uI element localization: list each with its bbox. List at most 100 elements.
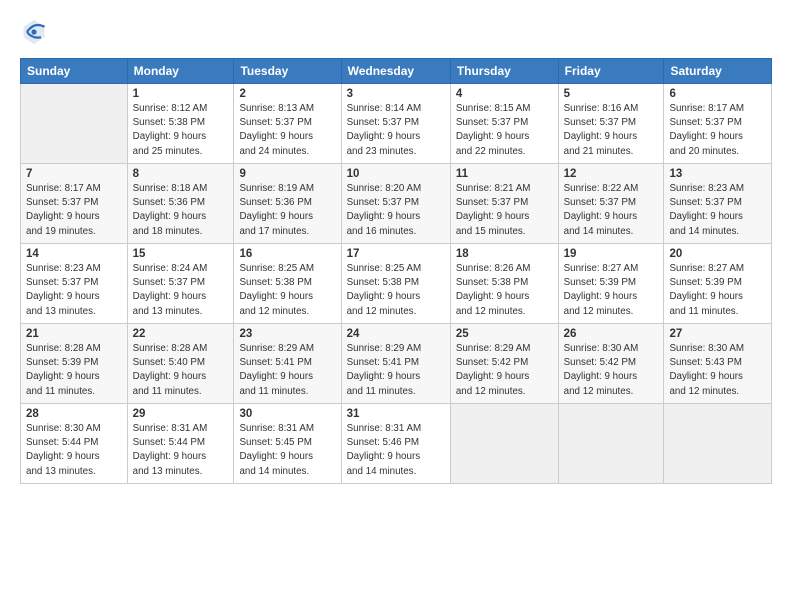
day-info: Sunrise: 8:22 AMSunset: 5:37 PMDaylight:… [564, 182, 659, 239]
calendar-cell: 13Sunrise: 8:23 AMSunset: 5:37 PMDayligh… [664, 164, 772, 244]
day-info: Sunrise: 8:29 AMSunset: 5:41 PMDaylight:… [347, 342, 445, 399]
calendar-cell: 10 Sunrise: 8:20 AMSunset: 5:37 PMDayligh… [341, 164, 450, 244]
day-number: 7 [26, 168, 122, 180]
calendar-cell [450, 404, 558, 484]
week-row-1: 1 Sunrise: 8:12 AMSunset: 5:38 PMDaylight… [21, 84, 772, 164]
calendar-cell: 11 Sunrise: 8:21 AMSunset: 5:37 PMDayligh… [450, 164, 558, 244]
calendar-cell: 12 Sunrise: 8:22 AMSunset: 5:37 PMDayligh… [558, 164, 664, 244]
calendar-cell: 23 Sunrise: 8:29 AMSunset: 5:41 PMDayligh… [234, 324, 341, 404]
day-number: 30 [239, 408, 335, 420]
day-number: 24 [347, 328, 445, 340]
day-info: Sunrise: 8:15 AMSunset: 5:37 PMDaylight:… [456, 102, 553, 159]
weekday-header-thursday: Thursday [450, 59, 558, 84]
day-number: 6 [669, 88, 766, 100]
day-number: 28 [26, 408, 122, 420]
calendar-cell: 24 Sunrise: 8:29 AMSunset: 5:41 PMDayligh… [341, 324, 450, 404]
day-info: Sunrise: 8:30 AMSunset: 5:44 PMDaylight:… [26, 422, 122, 479]
calendar-cell: 17 Sunrise: 8:25 AMSunset: 5:38 PMDayligh… [341, 244, 450, 324]
week-row-5: 28 Sunrise: 8:30 AMSunset: 5:44 PMDayligh… [21, 404, 772, 484]
calendar-cell: 28 Sunrise: 8:30 AMSunset: 5:44 PMDayligh… [21, 404, 128, 484]
day-info: Sunrise: 8:27 AMSunset: 5:39 PMDaylight:… [564, 262, 659, 319]
calendar-cell [664, 404, 772, 484]
weekday-header-friday: Friday [558, 59, 664, 84]
day-info: Sunrise: 8:29 AMSunset: 5:41 PMDaylight:… [239, 342, 335, 399]
day-info: Sunrise: 8:13 AMSunset: 5:37 PMDaylight:… [239, 102, 335, 159]
calendar-cell: 1 Sunrise: 8:12 AMSunset: 5:38 PMDaylight… [127, 84, 234, 164]
day-info: Sunrise: 8:17 AMSunset: 5:37 PMDaylight:… [26, 182, 122, 239]
day-info: Sunrise: 8:27 AMSunset: 5:39 PMDaylight:… [669, 262, 766, 319]
day-info: Sunrise: 8:30 AMSunset: 5:43 PMDaylight:… [669, 342, 766, 399]
day-number: 8 [133, 168, 229, 180]
day-number: 25 [456, 328, 553, 340]
calendar-table: SundayMondayTuesdayWednesdayThursdayFrid… [20, 58, 772, 484]
weekday-header-monday: Monday [127, 59, 234, 84]
day-number: 20 [669, 248, 766, 260]
day-info: Sunrise: 8:23 AMSunset: 5:37 PMDaylight:… [669, 182, 766, 239]
calendar-cell: 19 Sunrise: 8:27 AMSunset: 5:39 PMDayligh… [558, 244, 664, 324]
day-number: 14 [26, 248, 122, 260]
week-row-4: 21Sunrise: 8:28 AMSunset: 5:39 PMDayligh… [21, 324, 772, 404]
calendar-cell: 14Sunrise: 8:23 AMSunset: 5:37 PMDayligh… [21, 244, 128, 324]
day-number: 5 [564, 88, 659, 100]
header [20, 18, 772, 46]
day-number: 4 [456, 88, 553, 100]
week-row-2: 7 Sunrise: 8:17 AMSunset: 5:37 PMDaylight… [21, 164, 772, 244]
calendar-cell: 30 Sunrise: 8:31 AMSunset: 5:45 PMDayligh… [234, 404, 341, 484]
weekday-header-row: SundayMondayTuesdayWednesdayThursdayFrid… [21, 59, 772, 84]
day-number: 1 [133, 88, 229, 100]
day-number: 26 [564, 328, 659, 340]
day-info: Sunrise: 8:31 AMSunset: 5:45 PMDaylight:… [239, 422, 335, 479]
day-number: 11 [456, 168, 553, 180]
calendar-cell: 2 Sunrise: 8:13 AMSunset: 5:37 PMDaylight… [234, 84, 341, 164]
weekday-header-wednesday: Wednesday [341, 59, 450, 84]
day-number: 2 [239, 88, 335, 100]
day-info: Sunrise: 8:14 AMSunset: 5:37 PMDaylight:… [347, 102, 445, 159]
day-number: 12 [564, 168, 659, 180]
day-number: 31 [347, 408, 445, 420]
day-number: 3 [347, 88, 445, 100]
calendar-cell [21, 84, 128, 164]
day-number: 10 [347, 168, 445, 180]
calendar-cell: 7 Sunrise: 8:17 AMSunset: 5:37 PMDaylight… [21, 164, 128, 244]
day-number: 27 [669, 328, 766, 340]
day-info: Sunrise: 8:17 AMSunset: 5:37 PMDaylight:… [669, 102, 766, 159]
day-info: Sunrise: 8:20 AMSunset: 5:37 PMDaylight:… [347, 182, 445, 239]
day-info: Sunrise: 8:12 AMSunset: 5:38 PMDaylight:… [133, 102, 229, 159]
day-number: 22 [133, 328, 229, 340]
day-info: Sunrise: 8:25 AMSunset: 5:38 PMDaylight:… [239, 262, 335, 319]
calendar-cell: 18 Sunrise: 8:26 AMSunset: 5:38 PMDayligh… [450, 244, 558, 324]
calendar-cell: 31Sunrise: 8:31 AMSunset: 5:46 PMDayligh… [341, 404, 450, 484]
calendar-cell: 22Sunrise: 8:28 AMSunset: 5:40 PMDayligh… [127, 324, 234, 404]
calendar-cell: 15Sunrise: 8:24 AMSunset: 5:37 PMDayligh… [127, 244, 234, 324]
calendar-cell: 25Sunrise: 8:29 AMSunset: 5:42 PMDayligh… [450, 324, 558, 404]
calendar-cell: 26 Sunrise: 8:30 AMSunset: 5:42 PMDayligh… [558, 324, 664, 404]
day-number: 15 [133, 248, 229, 260]
day-info: Sunrise: 8:25 AMSunset: 5:38 PMDaylight:… [347, 262, 445, 319]
day-info: Sunrise: 8:26 AMSunset: 5:38 PMDaylight:… [456, 262, 553, 319]
day-number: 17 [347, 248, 445, 260]
calendar-cell [558, 404, 664, 484]
logo [20, 18, 51, 46]
weekday-header-saturday: Saturday [664, 59, 772, 84]
day-number: 29 [133, 408, 229, 420]
day-number: 19 [564, 248, 659, 260]
calendar-cell: 16 Sunrise: 8:25 AMSunset: 5:38 PMDayligh… [234, 244, 341, 324]
day-number: 18 [456, 248, 553, 260]
week-row-3: 14Sunrise: 8:23 AMSunset: 5:37 PMDayligh… [21, 244, 772, 324]
day-info: Sunrise: 8:16 AMSunset: 5:37 PMDaylight:… [564, 102, 659, 159]
weekday-header-tuesday: Tuesday [234, 59, 341, 84]
page: SundayMondayTuesdayWednesdayThursdayFrid… [0, 0, 792, 494]
day-number: 16 [239, 248, 335, 260]
calendar-cell: 21Sunrise: 8:28 AMSunset: 5:39 PMDayligh… [21, 324, 128, 404]
day-number: 21 [26, 328, 122, 340]
day-info: Sunrise: 8:31 AMSunset: 5:44 PMDaylight:… [133, 422, 229, 479]
day-info: Sunrise: 8:21 AMSunset: 5:37 PMDaylight:… [456, 182, 553, 239]
logo-icon [20, 18, 48, 46]
day-number: 23 [239, 328, 335, 340]
calendar-cell: 27 Sunrise: 8:30 AMSunset: 5:43 PMDayligh… [664, 324, 772, 404]
weekday-header-sunday: Sunday [21, 59, 128, 84]
calendar-cell: 8Sunrise: 8:18 AMSunset: 5:36 PMDaylight… [127, 164, 234, 244]
calendar-cell: 5 Sunrise: 8:16 AMSunset: 5:37 PMDaylight… [558, 84, 664, 164]
day-info: Sunrise: 8:30 AMSunset: 5:42 PMDaylight:… [564, 342, 659, 399]
calendar-cell: 6 Sunrise: 8:17 AMSunset: 5:37 PMDaylight… [664, 84, 772, 164]
